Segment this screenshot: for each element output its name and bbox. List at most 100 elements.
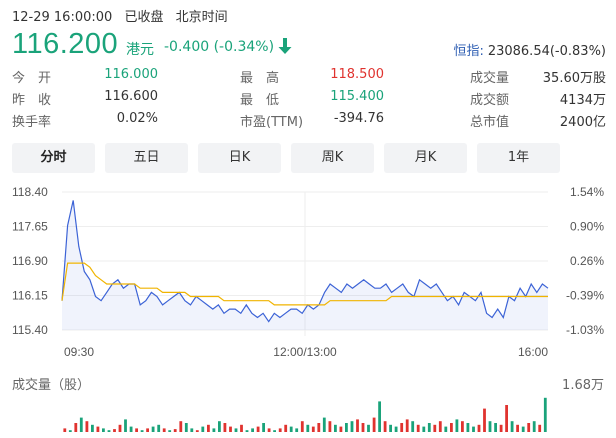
volume-bar	[477, 424, 481, 432]
volume-bar	[173, 429, 177, 432]
tab-intraday[interactable]: 分时	[12, 143, 95, 173]
volume-bar	[466, 423, 470, 432]
y-tick-label: 116.90	[12, 254, 48, 268]
volume-bar	[383, 421, 387, 432]
x-tick-label: 16:00	[518, 345, 548, 359]
volume-bar	[91, 424, 94, 432]
tab-one-year[interactable]: 1年	[477, 143, 560, 173]
volume-bar	[345, 423, 348, 432]
volume-max-label: 1.68万	[562, 378, 604, 393]
tab-weekly-k[interactable]: 周K	[291, 143, 374, 173]
y-tick-label: 117.65	[12, 220, 48, 234]
volume-bar	[438, 421, 442, 432]
stat-label: 最 高	[240, 71, 280, 86]
volume-label: 成交量（股）	[12, 378, 91, 393]
volume-bar	[400, 423, 404, 432]
volume-bar	[240, 424, 243, 432]
volume-bar	[499, 424, 503, 432]
index-quote[interactable]: 恒指: 23086.54(-0.83%)	[453, 40, 606, 59]
volume-bar	[328, 421, 332, 432]
volume-bar	[113, 429, 116, 432]
volume-bar	[322, 417, 326, 432]
stat-value: 0.02%	[116, 111, 158, 126]
volume-bar	[234, 428, 238, 432]
stat-row: 今 开 116.000 最 高 118.500 成交量 35.60万股	[12, 64, 606, 86]
volume-bar	[289, 426, 293, 432]
stats-table: 今 开 116.000 最 高 118.500 成交量 35.60万股 昨 收 …	[12, 64, 606, 130]
volume-bar	[378, 401, 381, 432]
volume-bar	[411, 421, 415, 432]
volume-bar	[339, 426, 343, 432]
tab-five-day[interactable]: 五日	[105, 143, 188, 173]
volume-bar	[472, 426, 475, 432]
current-price: 116.200	[12, 28, 119, 60]
stat-label: 总市值	[470, 115, 510, 130]
stat-label: 成交量	[470, 71, 510, 86]
pct-tick-label: 0.26%	[570, 254, 604, 268]
volume-bar	[532, 421, 536, 432]
down-arrow-icon	[278, 38, 292, 54]
volume-bar	[68, 430, 72, 432]
volume-bar	[190, 428, 194, 432]
volume-bar	[422, 426, 426, 432]
volume-bar	[229, 426, 232, 432]
volume-bar	[107, 430, 111, 432]
volume-bar	[184, 423, 188, 432]
stat-value: 2400亿	[559, 115, 606, 130]
volume-bar	[118, 424, 122, 432]
volume-bar	[195, 430, 199, 432]
volume-bar	[207, 424, 210, 432]
volume-bar	[455, 419, 459, 432]
volume-bar	[162, 428, 166, 432]
price-change: -0.400 (-0.34%)	[164, 39, 275, 55]
volume-bar	[389, 424, 392, 432]
volume-bar	[124, 419, 127, 432]
volume-bar	[394, 426, 398, 432]
x-tick-label: 12:00/13:00	[273, 345, 337, 359]
y-tick-label: 118.40	[12, 185, 48, 199]
volume-chart	[63, 397, 547, 432]
volume-bar	[256, 426, 260, 432]
stat-label: 市盈(TTM)	[240, 115, 304, 130]
volume-bar	[488, 421, 492, 432]
price-chart[interactable]: 118.40 1.54% 117.65 0.90% 116.90 0.26% 116.15 -…	[0, 178, 616, 368]
volume-bar	[140, 430, 144, 432]
volume-bar	[179, 421, 183, 432]
volume-bar	[251, 428, 254, 432]
volume-bar	[295, 428, 299, 432]
volume-bar	[510, 421, 514, 432]
stat-label: 成交额	[470, 93, 510, 108]
pct-tick-label: 1.54%	[570, 185, 604, 199]
volume-bar	[151, 426, 155, 432]
y-tick-label: 116.15	[12, 289, 48, 303]
period-tabs: 分时 五日 日K 周K 月K 1年	[12, 143, 560, 173]
volume-bar	[527, 423, 531, 432]
volume-bar	[461, 421, 464, 432]
volume-bar	[102, 428, 105, 432]
volume-bar	[79, 417, 83, 432]
stat-value: 115.400	[330, 89, 384, 104]
stat-label: 昨 收	[12, 93, 52, 108]
volume-bar	[284, 424, 288, 432]
volume-bar	[218, 421, 221, 432]
volume-bar	[129, 426, 133, 432]
tab-daily-k[interactable]: 日K	[198, 143, 281, 173]
stat-value: 118.500	[330, 67, 384, 82]
volume-bar	[427, 423, 431, 432]
market-status: 已收盘	[124, 10, 164, 25]
pct-tick-label: 0.90%	[570, 220, 604, 234]
volume-bar	[433, 424, 437, 432]
tab-monthly-k[interactable]: 月K	[384, 143, 467, 173]
volume-bar	[350, 421, 354, 432]
stat-label: 最 低	[240, 93, 280, 108]
volume-bar	[505, 405, 508, 432]
stat-value: -394.76	[333, 111, 384, 126]
stat-value: 116.600	[104, 89, 158, 104]
pct-tick-label: -0.39%	[566, 289, 604, 303]
volume-bar	[201, 426, 205, 432]
volume-bar	[300, 421, 304, 432]
volume-bar	[74, 423, 78, 432]
index-label: 恒指:	[453, 44, 484, 59]
timezone-label: 北京时间	[175, 10, 228, 25]
volume-bar	[516, 424, 519, 432]
